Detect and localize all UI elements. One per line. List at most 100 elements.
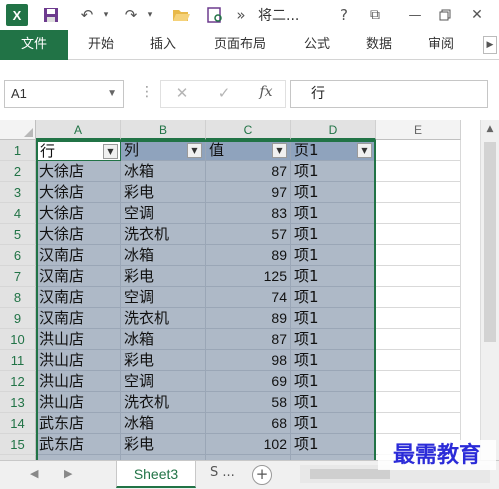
empty-cell[interactable] bbox=[376, 203, 461, 224]
vertical-scrollbar[interactable]: ▲ bbox=[480, 120, 499, 460]
sheet-more-tabs[interactable]: S ... bbox=[210, 465, 235, 480]
column-header-a[interactable]: A bbox=[36, 120, 121, 140]
save-button[interactable] bbox=[40, 4, 62, 26]
row-header-12[interactable]: 12 bbox=[0, 371, 36, 392]
redo-dropdown[interactable]: ▾ bbox=[144, 4, 156, 26]
table-cell[interactable]: 冰箱 bbox=[121, 245, 206, 266]
table-cell[interactable]: 89 bbox=[206, 245, 291, 266]
empty-cell[interactable] bbox=[376, 392, 461, 413]
table-cell[interactable]: 125 bbox=[206, 266, 291, 287]
row-header-13[interactable]: 13 bbox=[0, 392, 36, 413]
table-cell[interactable]: 大徐店 bbox=[36, 203, 121, 224]
redo-button[interactable]: ↷ bbox=[120, 4, 142, 26]
table-cell[interactable]: 102 bbox=[206, 434, 291, 455]
header-cell[interactable]: 列 ▼ bbox=[121, 140, 206, 161]
table-cell[interactable]: 武东店 bbox=[36, 434, 121, 455]
table-cell[interactable]: 武东店 bbox=[36, 413, 121, 434]
minimize-button[interactable]: — bbox=[404, 4, 426, 26]
ribbon-scroll-right-button[interactable]: ▶ bbox=[483, 36, 497, 54]
table-cell[interactable]: 洪山店 bbox=[36, 350, 121, 371]
row-header-5[interactable]: 5 bbox=[0, 224, 36, 245]
more-commands-button[interactable]: » bbox=[234, 4, 248, 26]
formula-bar-grip[interactable]: ⋮ bbox=[140, 84, 154, 100]
table-cell[interactable]: 项1 bbox=[291, 287, 376, 308]
vertical-scroll-thumb[interactable] bbox=[484, 142, 496, 342]
empty-cell[interactable] bbox=[376, 308, 461, 329]
empty-cell[interactable] bbox=[376, 224, 461, 245]
enter-button[interactable]: ✓ bbox=[209, 84, 239, 106]
table-cell[interactable]: 57 bbox=[206, 224, 291, 245]
table-cell[interactable]: 彩电 bbox=[121, 266, 206, 287]
row-header-3[interactable]: 3 bbox=[0, 182, 36, 203]
table-cell[interactable]: 彩电 bbox=[121, 182, 206, 203]
table-cell[interactable]: 项1 bbox=[291, 413, 376, 434]
table-cell[interactable]: 项1 bbox=[291, 182, 376, 203]
table-cell[interactable]: 大徐店 bbox=[36, 161, 121, 182]
table-cell[interactable]: 项1 bbox=[291, 266, 376, 287]
select-all-button[interactable] bbox=[0, 120, 36, 140]
table-cell[interactable]: 项1 bbox=[291, 203, 376, 224]
table-cell[interactable]: 项1 bbox=[291, 308, 376, 329]
filter-dropdown-icon[interactable]: ▼ bbox=[272, 143, 287, 158]
cancel-entry-button[interactable]: ✕ bbox=[167, 84, 197, 106]
table-cell[interactable]: 大徐店 bbox=[36, 224, 121, 245]
table-cell[interactable]: 74 bbox=[206, 287, 291, 308]
filter-dropdown-icon[interactable]: ▼ bbox=[187, 143, 202, 158]
row-header-10[interactable]: 10 bbox=[0, 329, 36, 350]
print-preview-button[interactable] bbox=[204, 4, 226, 26]
column-header-d[interactable]: D bbox=[291, 120, 376, 140]
table-cell[interactable]: 83 bbox=[206, 203, 291, 224]
table-cell[interactable]: 汉南店 bbox=[36, 287, 121, 308]
table-cell[interactable]: 项1 bbox=[291, 392, 376, 413]
scroll-up-icon[interactable]: ▲ bbox=[481, 120, 499, 138]
empty-cell[interactable] bbox=[376, 266, 461, 287]
sheet-prev-button[interactable]: ◀ bbox=[30, 467, 38, 480]
help-button[interactable]: ? bbox=[334, 4, 354, 26]
table-cell[interactable]: 汉南店 bbox=[36, 266, 121, 287]
empty-cell[interactable] bbox=[376, 161, 461, 182]
table-cell[interactable]: 彩电 bbox=[121, 350, 206, 371]
tab-review[interactable]: 审阅 bbox=[418, 30, 464, 60]
row-header-8[interactable]: 8 bbox=[0, 287, 36, 308]
sheet-next-button[interactable]: ▶ bbox=[64, 467, 72, 480]
table-cell[interactable]: 空调 bbox=[121, 287, 206, 308]
table-cell[interactable]: 项1 bbox=[291, 224, 376, 245]
table-cell[interactable]: 87 bbox=[206, 329, 291, 350]
row-header-2[interactable]: 2 bbox=[0, 161, 36, 182]
empty-cell[interactable] bbox=[376, 371, 461, 392]
table-cell[interactable]: 洗衣机 bbox=[121, 224, 206, 245]
close-button[interactable]: ✕ bbox=[466, 4, 488, 26]
table-cell[interactable]: 69 bbox=[206, 371, 291, 392]
table-cell[interactable]: 洪山店 bbox=[36, 371, 121, 392]
empty-cell[interactable] bbox=[376, 245, 461, 266]
add-sheet-button[interactable]: + bbox=[252, 465, 272, 485]
row-header-11[interactable]: 11 bbox=[0, 350, 36, 371]
table-cell[interactable]: 洪山店 bbox=[36, 329, 121, 350]
row-header-4[interactable]: 4 bbox=[0, 203, 36, 224]
empty-cell[interactable] bbox=[376, 413, 461, 434]
table-cell[interactable]: 98 bbox=[206, 350, 291, 371]
table-cell[interactable]: 项1 bbox=[291, 161, 376, 182]
table-cell[interactable]: 项1 bbox=[291, 245, 376, 266]
table-cell[interactable]: 空调 bbox=[121, 203, 206, 224]
table-cell[interactable]: 大徐店 bbox=[36, 182, 121, 203]
filter-dropdown-icon[interactable]: ▼ bbox=[103, 144, 118, 159]
table-cell[interactable]: 洗衣机 bbox=[121, 308, 206, 329]
table-cell[interactable]: 项1 bbox=[291, 350, 376, 371]
table-cell[interactable]: 冰箱 bbox=[121, 329, 206, 350]
empty-cell[interactable] bbox=[376, 350, 461, 371]
table-cell[interactable]: 汉南店 bbox=[36, 245, 121, 266]
table-cell[interactable]: 汉南店 bbox=[36, 308, 121, 329]
row-header-15[interactable]: 15 bbox=[0, 434, 36, 455]
table-cell[interactable]: 项1 bbox=[291, 434, 376, 455]
empty-cell[interactable] bbox=[376, 329, 461, 350]
row-header-7[interactable]: 7 bbox=[0, 266, 36, 287]
undo-dropdown[interactable]: ▾ bbox=[100, 4, 112, 26]
column-header-c[interactable]: C bbox=[206, 120, 291, 140]
formula-input[interactable]: 行 bbox=[290, 80, 488, 108]
tab-file[interactable]: 文件 bbox=[0, 30, 68, 60]
header-cell[interactable]: 行 ▼ bbox=[36, 140, 121, 161]
column-header-b[interactable]: B bbox=[121, 120, 206, 140]
column-header-e[interactable]: E bbox=[376, 120, 461, 140]
filter-dropdown-icon[interactable]: ▼ bbox=[357, 143, 372, 158]
